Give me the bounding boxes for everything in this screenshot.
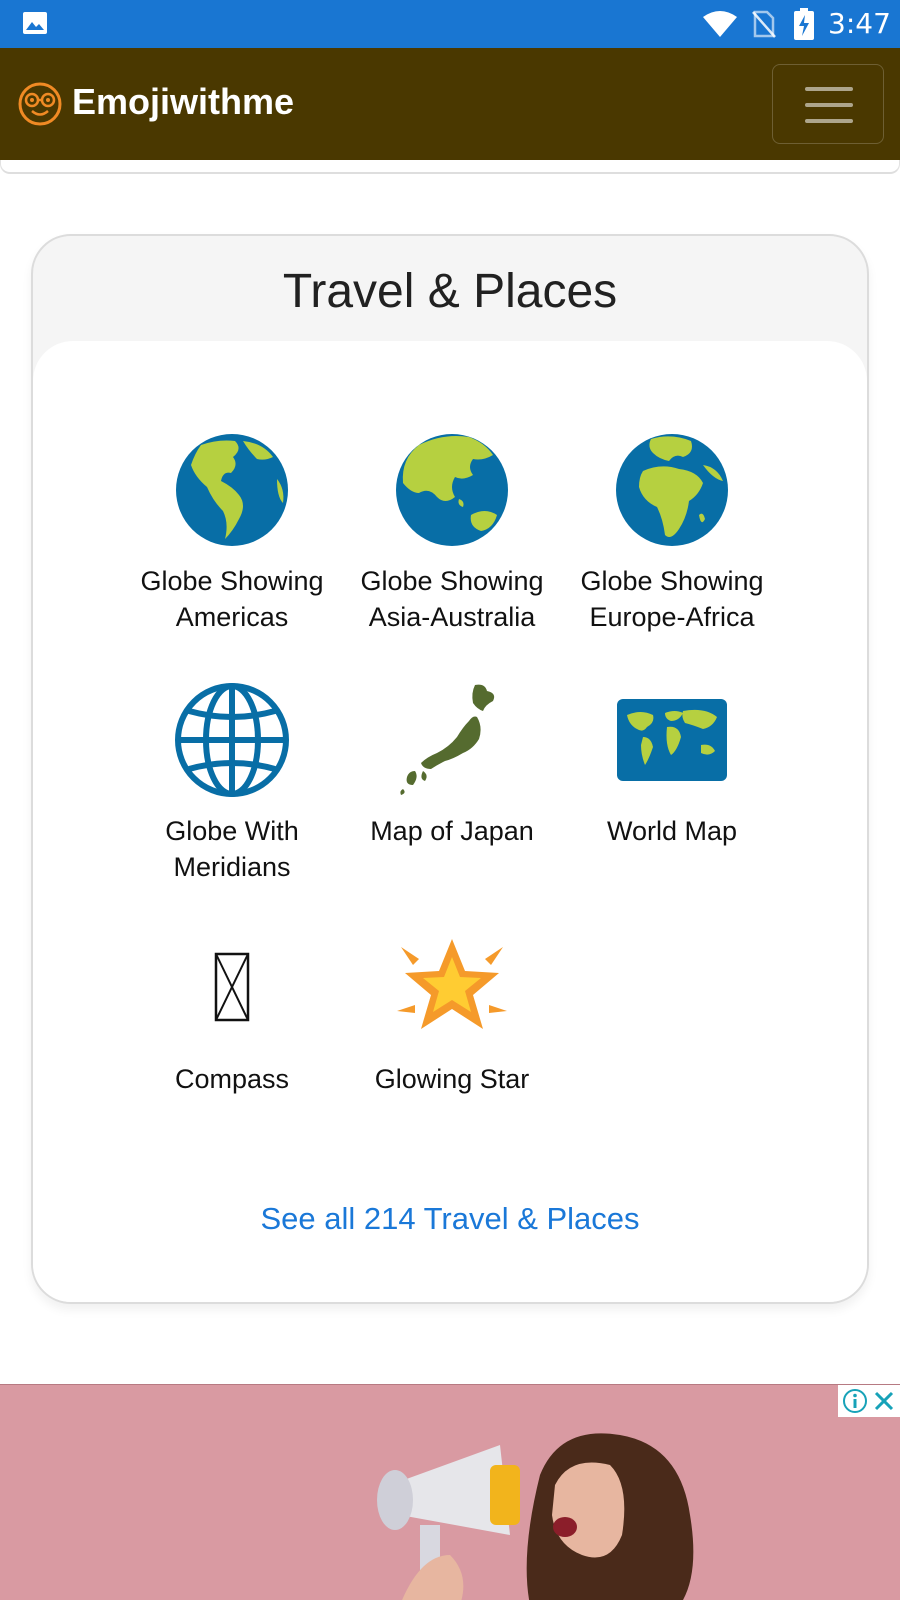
- emoji-item-globe-americas[interactable]: Globe Showing Americas: [117, 431, 347, 635]
- battery-charging-icon: [794, 8, 814, 40]
- world-map-icon: [617, 699, 727, 781]
- status-bar: 3:47: [0, 0, 900, 48]
- missing-glyph-icon: [214, 952, 250, 1022]
- emoji-item-compass[interactable]: Compass: [117, 929, 347, 1097]
- emoji-label: Compass: [174, 1064, 290, 1094]
- navbar-divider: [0, 160, 900, 174]
- emoji-label: Map of Japan: [370, 816, 534, 846]
- no-sim-icon: [752, 10, 776, 38]
- emoji-item-world-map[interactable]: World Map: [557, 681, 787, 849]
- globe-with-meridians-icon: [175, 683, 289, 797]
- travel-places-card: Travel & Places Globe Showing Americas G…: [31, 234, 869, 1304]
- map-of-japan-icon: [400, 684, 495, 795]
- ad-close-icon[interactable]: [872, 1389, 896, 1413]
- nerd-face-icon[interactable]: [18, 82, 62, 126]
- status-time: 3:47: [828, 7, 891, 40]
- section-title: Travel & Places: [282, 265, 618, 318]
- emoji-label: World Map: [606, 816, 738, 846]
- see-all-link[interactable]: See all 214 Travel & Places: [33, 1199, 867, 1239]
- ad-banner[interactable]: [0, 1384, 900, 1600]
- image-icon: [23, 12, 47, 34]
- emoji-item-glowing-star[interactable]: Glowing Star: [337, 929, 567, 1097]
- globe-asia-australia-icon: [396, 434, 508, 546]
- emoji-label: Glowing Star: [374, 1064, 530, 1094]
- emoji-label: Globe With Meridians: [165, 816, 299, 882]
- globe-europe-africa-icon: [616, 434, 728, 546]
- emoji-item-globe-with-meridians[interactable]: Globe With Meridians: [117, 681, 347, 885]
- brand-name[interactable]: Emojiwithme: [72, 80, 294, 124]
- emoji-item-globe-asia-australia[interactable]: Globe Showing Asia-Australia: [337, 431, 567, 635]
- emoji-item-globe-europe-africa[interactable]: Globe Showing Europe-Africa: [557, 431, 787, 635]
- hamburger-menu-icon: [805, 87, 853, 91]
- emoji-label: Globe Showing Asia-Australia: [360, 566, 544, 632]
- emoji-item-map-of-japan[interactable]: Map of Japan: [337, 681, 567, 849]
- emoji-label: Globe Showing Europe-Africa: [580, 566, 764, 632]
- globe-americas-icon: [176, 434, 288, 546]
- emoji-label: Globe Showing Americas: [140, 566, 324, 632]
- navbar: Emojiwithme: [0, 48, 900, 160]
- emoji-grid: Globe Showing Americas Globe Showing Asi…: [33, 341, 867, 1302]
- menu-toggle-button[interactable]: [772, 64, 884, 144]
- wifi-icon: [703, 11, 737, 37]
- ad-controls: [838, 1385, 900, 1417]
- glowing-star-icon: [397, 939, 507, 1029]
- ad-info-icon[interactable]: [842, 1388, 868, 1414]
- ad-image[interactable]: [360, 1405, 840, 1600]
